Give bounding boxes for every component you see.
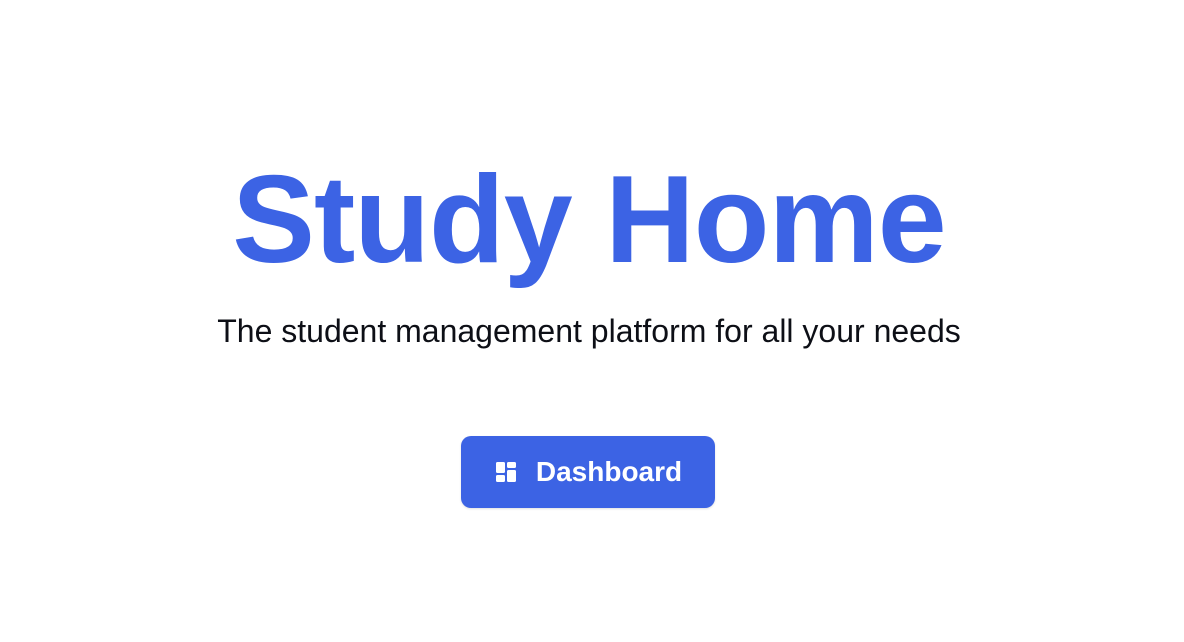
- page-title: Study Home: [232, 151, 946, 289]
- dashboard-button-label: Dashboard: [535, 456, 683, 487]
- dashboard-icon: [494, 460, 518, 484]
- landing-page: Study Home The student management platfo…: [0, 0, 1184, 642]
- page-subtitle: The student management platform for all …: [217, 313, 961, 349]
- dashboard-button[interactable]: Dashboard: [461, 436, 715, 508]
